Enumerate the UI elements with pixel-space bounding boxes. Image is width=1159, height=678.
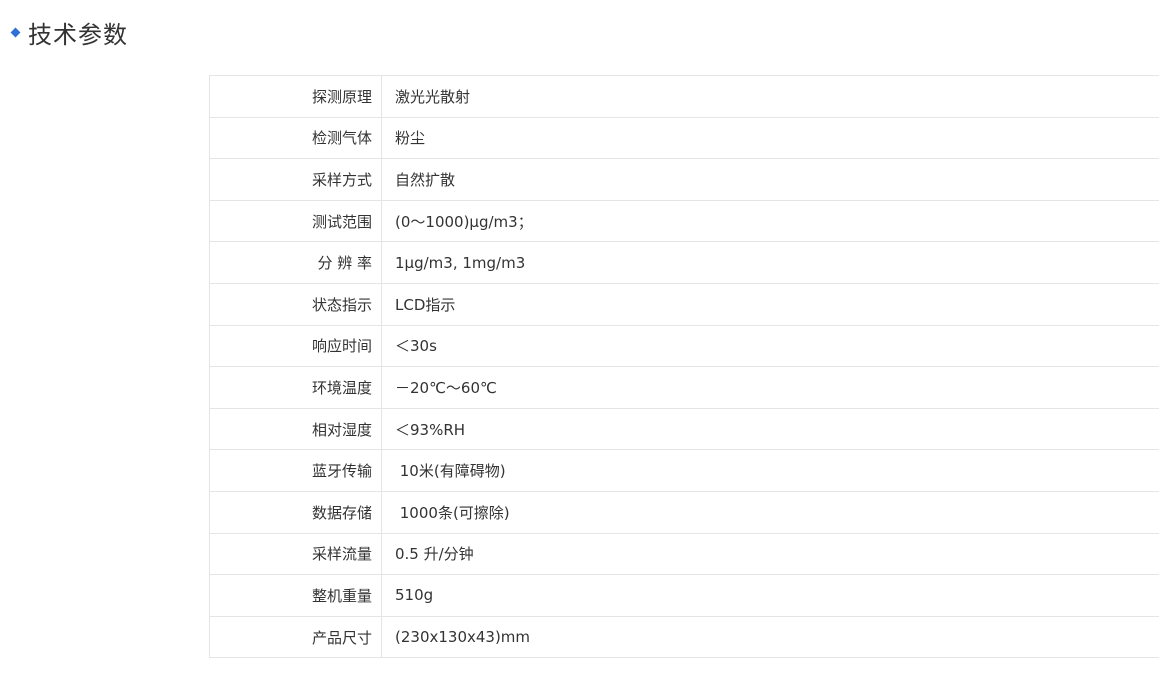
spec-value: ＜30s [381,324,1159,368]
table-row: 响应时间 ＜30s [209,324,1159,368]
table-row: 数据存储 1000条(可擦除) [209,490,1159,534]
spec-value: 10米(有障碍物) [381,449,1159,492]
spec-label: 采样流量 [209,532,382,576]
spec-value: (230x130x43)mm [381,615,1159,659]
spec-label: 环境温度 [209,366,382,409]
diamond-bullet-icon [10,27,21,37]
spec-label: 蓝牙传输 [209,449,382,492]
spec-value: 1μg/m3, 1mg/m3 [381,241,1159,284]
spec-label: 状态指示 [209,282,382,326]
spec-value: 0.5 升/分钟 [381,532,1159,576]
spec-label: 检测气体 [209,116,382,160]
spec-value: 自然扩散 [381,158,1159,201]
table-row: 环境温度 －20℃～60℃ [209,366,1159,409]
spec-label: 采样方式 [209,158,382,201]
spec-value: (0～1000)μg/m3； [381,199,1159,243]
section-header: 技术参数 [10,14,128,50]
spec-label: 测试范围 [209,199,382,243]
spec-label: 分 辨 率 [209,241,382,284]
spec-label: 数据存储 [209,490,382,534]
table-row: 检测气体 粉尘 [209,116,1159,160]
table-row: 测试范围 (0～1000)μg/m3； [209,199,1159,243]
spec-value: 粉尘 [381,116,1159,160]
spec-label: 整机重量 [209,574,382,617]
spec-value: ＜93%RH [381,407,1159,451]
spec-label: 产品尺寸 [209,615,382,659]
spec-value: 510g [381,574,1159,617]
spec-value: LCD指示 [381,282,1159,326]
table-row: 产品尺寸 (230x130x43)mm [209,615,1159,659]
spec-value: 1000条(可擦除) [381,490,1159,534]
table-row: 采样流量 0.5 升/分钟 [209,532,1159,576]
table-row: 采样方式 自然扩散 [209,158,1159,201]
spec-label: 相对湿度 [209,407,382,451]
table-row: 蓝牙传输 10米(有障碍物) [209,449,1159,492]
section-title: 技术参数 [28,20,128,49]
table-row: 状态指示 LCD指示 [209,282,1159,326]
specs-table: 探测原理 激光光散射 检测气体 粉尘 采样方式 自然扩散 测试范围 (0～1000)μg/m3… [209,75,1159,659]
spec-value: －20℃～60℃ [381,366,1159,409]
table-row: 分 辨 率 1μg/m3, 1mg/m3 [209,241,1159,284]
spec-label: 响应时间 [209,324,382,368]
spec-value: 激光光散射 [381,75,1159,118]
table-row: 相对湿度 ＜93%RH [209,407,1159,451]
specs-table-body: 探测原理 激光光散射 检测气体 粉尘 采样方式 自然扩散 测试范围 (0～1000)μg/m3… [209,75,1159,659]
spec-label: 探测原理 [209,75,382,118]
table-row: 整机重量 510g [209,574,1159,617]
table-row: 探测原理 激光光散射 [209,75,1159,118]
